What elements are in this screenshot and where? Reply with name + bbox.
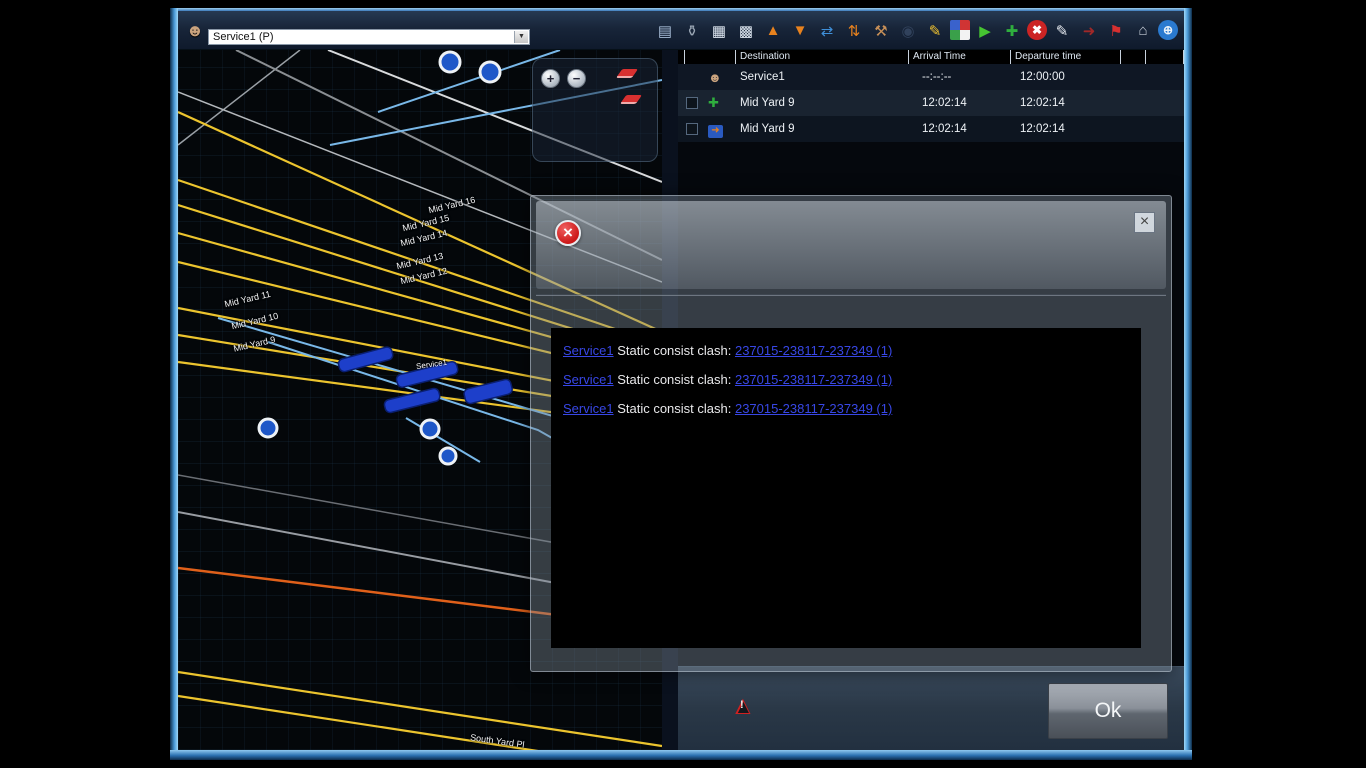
column-icon bbox=[684, 50, 735, 64]
dropdown-arrow-icon[interactable]: ▼ bbox=[514, 31, 528, 43]
table-row[interactable]: ➜ Mid Yard 9 12:02:14 12:02:14 bbox=[678, 116, 1184, 142]
find-icon[interactable]: ◉ bbox=[896, 19, 920, 42]
edit-document-icon[interactable]: ✎ bbox=[1050, 19, 1074, 42]
row-checkbox[interactable] bbox=[686, 97, 698, 109]
consist-clash-dialog: × × Service1 Static consist clash: 23701… bbox=[530, 195, 1172, 672]
service-selector-dropdown[interactable]: Service1 (P) ▼ bbox=[208, 29, 530, 45]
row-departure: 12:00:00 bbox=[1010, 71, 1120, 83]
export-icon[interactable]: ➜ bbox=[1077, 19, 1101, 42]
row-destination: Mid Yard 9 bbox=[735, 123, 908, 135]
signal-marker-icon[interactable] bbox=[620, 95, 642, 104]
consist-link[interactable]: 237015-238117-237349 (1) bbox=[735, 343, 892, 358]
clash-text: Static consist clash: bbox=[614, 372, 735, 387]
row-departure: 12:02:14 bbox=[1010, 97, 1120, 109]
orange-waypoint-glyph: ➜ bbox=[708, 125, 723, 138]
service-selector-value: Service1 (P) bbox=[213, 31, 274, 43]
drive-service-icon[interactable]: ▶ bbox=[973, 19, 997, 42]
raise-track-icon[interactable]: ▲ bbox=[761, 19, 785, 42]
service-link[interactable]: Service1 bbox=[563, 343, 614, 358]
row-destination: Mid Yard 9 bbox=[735, 97, 908, 109]
world-icon[interactable]: ⊕ bbox=[1158, 20, 1178, 40]
row-destination: Service1 bbox=[735, 71, 908, 83]
column-arrival-time: Arrival Time bbox=[908, 50, 1010, 64]
window-border-bottom bbox=[170, 750, 1192, 760]
lower-track-icon[interactable]: ▼ bbox=[788, 19, 812, 42]
clash-text: Static consist clash: bbox=[614, 401, 735, 416]
row-arrival: 12:02:14 bbox=[908, 123, 1010, 135]
clash-text: Static consist clash: bbox=[614, 343, 735, 358]
service-link[interactable]: Service1 bbox=[563, 372, 614, 387]
error-icon: × bbox=[555, 220, 581, 246]
warning-exclamation: ! bbox=[740, 699, 744, 711]
green-waypoint-icon: ✚ bbox=[704, 95, 735, 111]
tools-icon[interactable]: ⚒ bbox=[869, 19, 893, 42]
add-service-icon[interactable]: ✚ bbox=[1000, 19, 1024, 42]
table-row[interactable]: ☻ Service1 --:--:-- 12:00:00 bbox=[678, 64, 1184, 90]
driver-icon: ☻ bbox=[704, 70, 735, 85]
checkbox-slot bbox=[678, 97, 704, 109]
driver-avatar-icon: ☻ bbox=[186, 21, 204, 41]
column-extra-1 bbox=[1120, 50, 1145, 64]
column-extra-2 bbox=[1145, 50, 1184, 64]
signal-marker-icon[interactable] bbox=[616, 69, 638, 78]
ok-button[interactable]: Ok bbox=[1048, 683, 1168, 739]
track-node-markers bbox=[259, 52, 500, 464]
dialog-header bbox=[536, 201, 1166, 289]
flag-icon[interactable]: ⚑ bbox=[1104, 19, 1128, 42]
row-checkbox[interactable] bbox=[686, 123, 698, 135]
consist-link[interactable]: 237015-238117-237349 (1) bbox=[735, 401, 892, 416]
clash-message: Service1 Static consist clash: 237015-23… bbox=[563, 336, 1129, 365]
checkbox-slot bbox=[678, 123, 704, 135]
clash-message: Service1 Static consist clash: 237015-23… bbox=[563, 365, 1129, 394]
texture-grid-icon[interactable] bbox=[950, 20, 970, 40]
row-departure: 12:02:14 bbox=[1010, 123, 1120, 135]
marker-icon[interactable]: ✎ bbox=[923, 19, 947, 42]
grid-large-icon[interactable]: ▩ bbox=[734, 19, 758, 42]
save-icon[interactable]: ▤ bbox=[653, 19, 677, 42]
window-border-left bbox=[170, 8, 178, 760]
toolbar: ☻ Service1 (P) ▼ ▤⚱▦▩▲▼⇄⇅⚒◉✎▶✚✖✎➜⚑⌂⊕ bbox=[178, 11, 1184, 50]
zoom-in-button[interactable]: + bbox=[541, 69, 560, 88]
swap-direction-icon[interactable]: ⇄ bbox=[815, 19, 839, 42]
grid-small-icon[interactable]: ▦ bbox=[707, 19, 731, 42]
shift-icon[interactable]: ⇅ bbox=[842, 19, 866, 42]
column-departure-time: Departure time bbox=[1010, 50, 1120, 64]
service-link[interactable]: Service1 bbox=[563, 401, 614, 416]
screen: ☻ Service1 (P) ▼ ▤⚱▦▩▲▼⇄⇅⚒◉✎▶✚✖✎➜⚑⌂⊕ bbox=[0, 0, 1366, 768]
table-row[interactable]: ✚ Mid Yard 9 12:02:14 12:02:14 bbox=[678, 90, 1184, 116]
dialog-footer: ▲ ▲ ! Ok bbox=[678, 666, 1184, 750]
dialog-message-list: Service1 Static consist clash: 237015-23… bbox=[551, 328, 1141, 648]
row-arrival: 12:02:14 bbox=[908, 97, 1010, 109]
dialog-divider bbox=[536, 294, 1166, 296]
scenario-editor-window: ☻ Service1 (P) ▼ ▤⚱▦▩▲▼⇄⇅⚒◉✎▶✚✖✎➜⚑⌂⊕ bbox=[170, 8, 1192, 760]
column-destination: Destination bbox=[735, 50, 908, 64]
clash-message: Service1 Static consist clash: 237015-23… bbox=[563, 394, 1129, 423]
consist-link[interactable]: 237015-238117-237349 (1) bbox=[735, 372, 892, 387]
delete-icon[interactable]: ⚱ bbox=[680, 19, 704, 42]
window-border-right bbox=[1184, 8, 1192, 760]
zoom-out-button[interactable]: − bbox=[567, 69, 586, 88]
depot-icon[interactable]: ⌂ bbox=[1131, 19, 1155, 42]
delete-service-icon[interactable]: ✖ bbox=[1027, 20, 1047, 40]
timetable-header: Destination Arrival Time Departure time bbox=[678, 50, 1184, 64]
close-icon[interactable]: × bbox=[1134, 212, 1155, 233]
orange-waypoint-icon: ➜ bbox=[704, 121, 735, 138]
toolbar-icon-strip: ▤⚱▦▩▲▼⇄⇅⚒◉✎▶✚✖✎➜⚑⌂⊕ bbox=[653, 19, 1178, 42]
warning-icon: ▲ ▲ ! bbox=[730, 691, 758, 719]
row-arrival: --:--:-- bbox=[908, 71, 1010, 83]
map-tools-panel: + − bbox=[532, 58, 658, 162]
